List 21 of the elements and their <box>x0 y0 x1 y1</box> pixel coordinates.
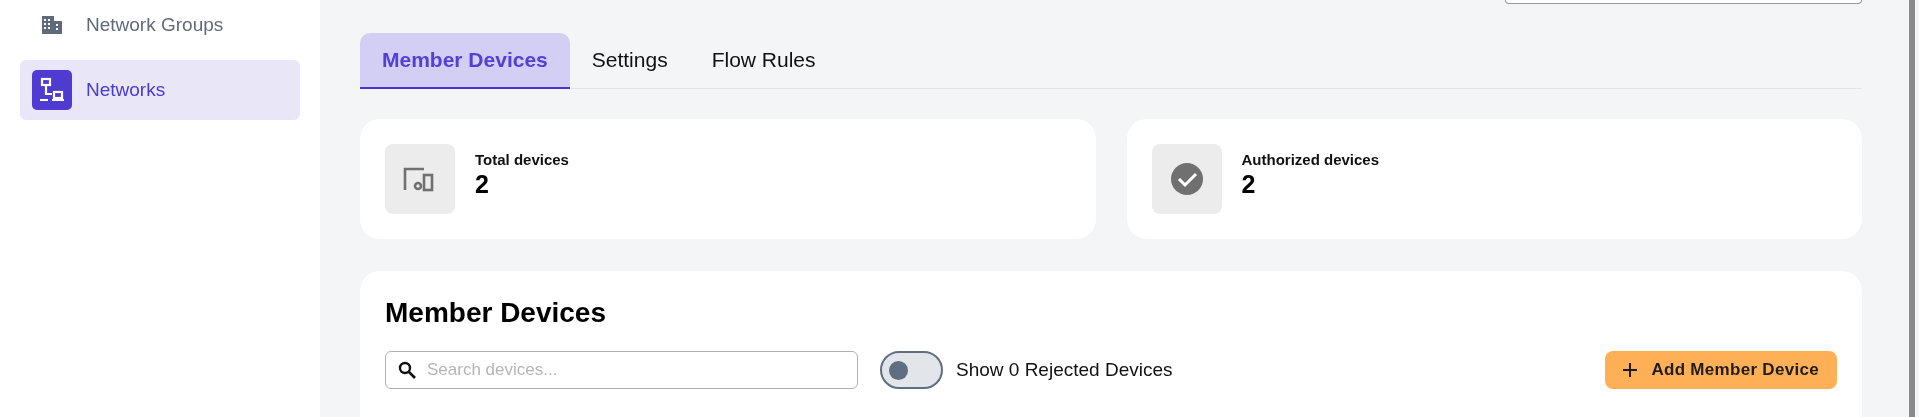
section-title: Member Devices <box>385 297 606 329</box>
stat-value: 2 <box>475 170 490 199</box>
search-icon <box>398 361 416 379</box>
toggle-label: Show 0 Rejected Devices <box>956 359 1173 381</box>
stat-label: Total devices <box>475 151 569 168</box>
stat-value: 2 <box>1241 170 1257 199</box>
add-member-device-button[interactable]: Add Member Device <box>1605 351 1837 389</box>
stat-label: Authorized devices <box>1241 151 1380 168</box>
sidebar-item[interactable]: Networks <box>20 60 300 120</box>
network-icon <box>32 70 72 110</box>
search-field[interactable]: Search devices... <box>385 351 858 389</box>
input-field[interactable] <box>1505 0 1862 4</box>
tab[interactable]: Settings <box>569 33 690 89</box>
toggle-switch[interactable] <box>880 351 943 389</box>
tab[interactable]: Flow Rules <box>689 33 838 89</box>
scrollbar[interactable] <box>1909 0 1915 417</box>
building-icon <box>42 16 62 34</box>
sidebar-item[interactable]: Network Groups <box>20 0 300 55</box>
tab[interactable]: Member Devices <box>360 33 570 89</box>
check-circle-icon <box>1169 162 1204 196</box>
plus-icon <box>1623 363 1638 377</box>
